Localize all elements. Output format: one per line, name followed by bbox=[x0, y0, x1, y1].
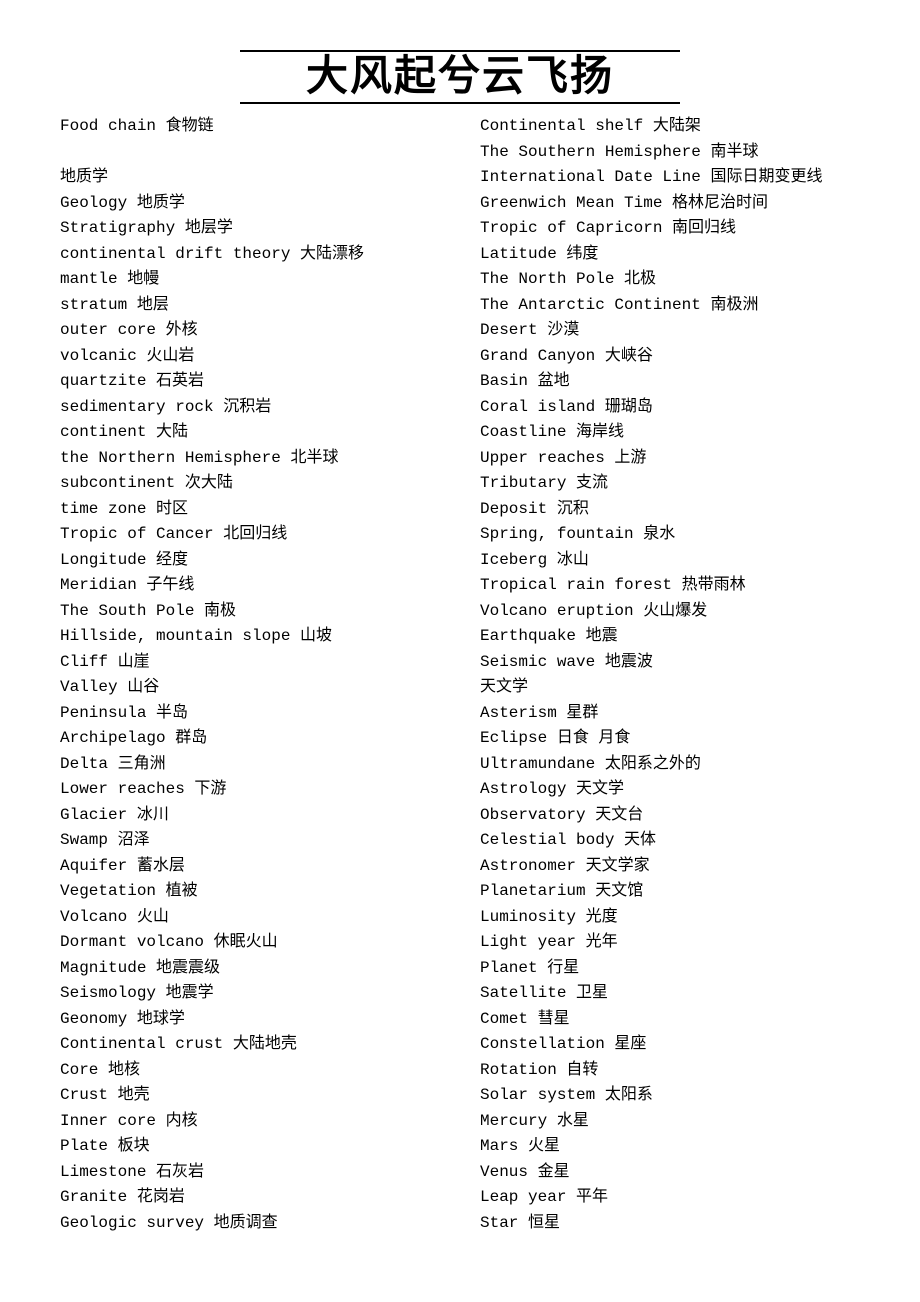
vocab-entry: Rotation 自转 bbox=[480, 1058, 860, 1084]
vocab-entry: Continental crust 大陆地壳 bbox=[60, 1032, 440, 1058]
vocab-entry: Archipelago 群岛 bbox=[60, 726, 440, 752]
vocab-entry: Volcano eruption 火山爆发 bbox=[480, 599, 860, 625]
vocab-entry: volcanic 火山岩 bbox=[60, 344, 440, 370]
vocab-entry: 地质学 bbox=[60, 165, 440, 191]
vocab-entry: Astronomer 天文学家 bbox=[480, 854, 860, 880]
vocab-entry: Glacier 冰川 bbox=[60, 803, 440, 829]
vocab-entry: Leap year 平年 bbox=[480, 1185, 860, 1211]
vocab-entry: The Antarctic Continent 南极洲 bbox=[480, 293, 860, 319]
vocab-entry: Desert 沙漠 bbox=[480, 318, 860, 344]
vocab-entry: Seismology 地震学 bbox=[60, 981, 440, 1007]
vocab-entry: Inner core 内核 bbox=[60, 1109, 440, 1135]
vocab-entry: Solar system 太阳系 bbox=[480, 1083, 860, 1109]
vocab-entry: Deposit 沉积 bbox=[480, 497, 860, 523]
right-column: Continental shelf 大陆架The Southern Hemisp… bbox=[480, 114, 860, 1236]
vocab-entry: Asterism 星群 bbox=[480, 701, 860, 727]
vocab-entry: Planetarium 天文馆 bbox=[480, 879, 860, 905]
vocab-entry: Earthquake 地震 bbox=[480, 624, 860, 650]
vocab-entry: Basin 盆地 bbox=[480, 369, 860, 395]
vocab-entry: Stratigraphy 地层学 bbox=[60, 216, 440, 242]
vocab-entry: Crust 地壳 bbox=[60, 1083, 440, 1109]
vocab-entry: Satellite 卫星 bbox=[480, 981, 860, 1007]
vocab-entry: Mercury 水星 bbox=[480, 1109, 860, 1135]
vocab-entry: Light year 光年 bbox=[480, 930, 860, 956]
vocab-entry: Latitude 纬度 bbox=[480, 242, 860, 268]
vocab-entry: time zone 时区 bbox=[60, 497, 440, 523]
page-title: 大风起兮云飞扬 bbox=[240, 54, 680, 104]
vocab-entry: The North Pole 北极 bbox=[480, 267, 860, 293]
vocab-entry: Venus 金星 bbox=[480, 1160, 860, 1186]
vocab-entry: stratum 地层 bbox=[60, 293, 440, 319]
vocab-entry: 天文学 bbox=[480, 675, 860, 701]
vocab-entry: Star 恒星 bbox=[480, 1211, 860, 1237]
vocab-entry: Planet 行星 bbox=[480, 956, 860, 982]
vocab-entry: continental drift theory 大陆漂移 bbox=[60, 242, 440, 268]
vocab-entry: Aquifer 蓄水层 bbox=[60, 854, 440, 880]
vocab-entry: Tropical rain forest 热带雨林 bbox=[480, 573, 860, 599]
vocab-entry: Hillside, mountain slope 山坡 bbox=[60, 624, 440, 650]
vocab-entry: Delta 三角洲 bbox=[60, 752, 440, 778]
vocab-entry: Continental shelf 大陆架 bbox=[480, 114, 860, 140]
vocab-entry: Astrology 天文学 bbox=[480, 777, 860, 803]
vocab-entry: Eclipse 日食 月食 bbox=[480, 726, 860, 752]
document-page: 大风起兮云飞扬 Food chain 食物链地质学Geology 地质学Stra… bbox=[0, 0, 920, 1276]
vocab-entry: Tropic of Capricorn 南回归线 bbox=[480, 216, 860, 242]
vocab-entry: Limestone 石灰岩 bbox=[60, 1160, 440, 1186]
vocab-entry: Observatory 天文台 bbox=[480, 803, 860, 829]
vocab-entry: quartzite 石英岩 bbox=[60, 369, 440, 395]
vocab-entry: International Date Line 国际日期变更线 bbox=[480, 165, 860, 191]
vocab-entry: Constellation 星座 bbox=[480, 1032, 860, 1058]
vocab-entry: Geologic survey 地质调查 bbox=[60, 1211, 440, 1237]
vocab-entry: Ultramundane 太阳系之外的 bbox=[480, 752, 860, 778]
vocab-entry: Grand Canyon 大峡谷 bbox=[480, 344, 860, 370]
vocab-entry: subcontinent 次大陆 bbox=[60, 471, 440, 497]
vocab-entry: Greenwich Mean Time 格林尼治时间 bbox=[480, 191, 860, 217]
vocab-entry: Iceberg 冰山 bbox=[480, 548, 860, 574]
vocab-entry: The South Pole 南极 bbox=[60, 599, 440, 625]
vocab-entry: Comet 彗星 bbox=[480, 1007, 860, 1033]
vocab-entry: the Northern Hemisphere 北半球 bbox=[60, 446, 440, 472]
vocab-entry: Tributary 支流 bbox=[480, 471, 860, 497]
vocab-entry: Swamp 沼泽 bbox=[60, 828, 440, 854]
vocab-entry: Core 地核 bbox=[60, 1058, 440, 1084]
vocab-entry: Lower reaches 下游 bbox=[60, 777, 440, 803]
vocab-entry: Granite 花岗岩 bbox=[60, 1185, 440, 1211]
document-header: 大风起兮云飞扬 bbox=[60, 50, 860, 104]
vocab-entry: Volcano 火山 bbox=[60, 905, 440, 931]
blank-line bbox=[60, 140, 440, 166]
vocab-entry: Upper reaches 上游 bbox=[480, 446, 860, 472]
vocab-entry: Celestial body 天体 bbox=[480, 828, 860, 854]
content-columns: Food chain 食物链地质学Geology 地质学Stratigraphy… bbox=[60, 114, 860, 1236]
vocab-entry: Luminosity 光度 bbox=[480, 905, 860, 931]
vocab-entry: Cliff 山崖 bbox=[60, 650, 440, 676]
vocab-entry: Meridian 子午线 bbox=[60, 573, 440, 599]
vocab-entry: Seismic wave 地震波 bbox=[480, 650, 860, 676]
left-column: Food chain 食物链地质学Geology 地质学Stratigraphy… bbox=[60, 114, 440, 1236]
vocab-entry: Coral island 珊瑚岛 bbox=[480, 395, 860, 421]
vocab-entry: sedimentary rock 沉积岩 bbox=[60, 395, 440, 421]
vocab-entry: Spring, fountain 泉水 bbox=[480, 522, 860, 548]
header-rule bbox=[240, 50, 680, 52]
vocab-entry: Longitude 经度 bbox=[60, 548, 440, 574]
vocab-entry: Vegetation 植被 bbox=[60, 879, 440, 905]
vocab-entry: Peninsula 半岛 bbox=[60, 701, 440, 727]
vocab-entry: outer core 外核 bbox=[60, 318, 440, 344]
vocab-entry: Valley 山谷 bbox=[60, 675, 440, 701]
vocab-entry: continent 大陆 bbox=[60, 420, 440, 446]
vocab-entry: Plate 板块 bbox=[60, 1134, 440, 1160]
vocab-entry: Geology 地质学 bbox=[60, 191, 440, 217]
vocab-entry: Geonomy 地球学 bbox=[60, 1007, 440, 1033]
vocab-entry: Mars 火星 bbox=[480, 1134, 860, 1160]
vocab-entry: Dormant volcano 休眠火山 bbox=[60, 930, 440, 956]
vocab-entry: The Southern Hemisphere 南半球 bbox=[480, 140, 860, 166]
vocab-entry: Tropic of Cancer 北回归线 bbox=[60, 522, 440, 548]
vocab-entry: mantle 地幔 bbox=[60, 267, 440, 293]
vocab-entry: Magnitude 地震震级 bbox=[60, 956, 440, 982]
vocab-entry: Food chain 食物链 bbox=[60, 114, 440, 140]
vocab-entry: Coastline 海岸线 bbox=[480, 420, 860, 446]
